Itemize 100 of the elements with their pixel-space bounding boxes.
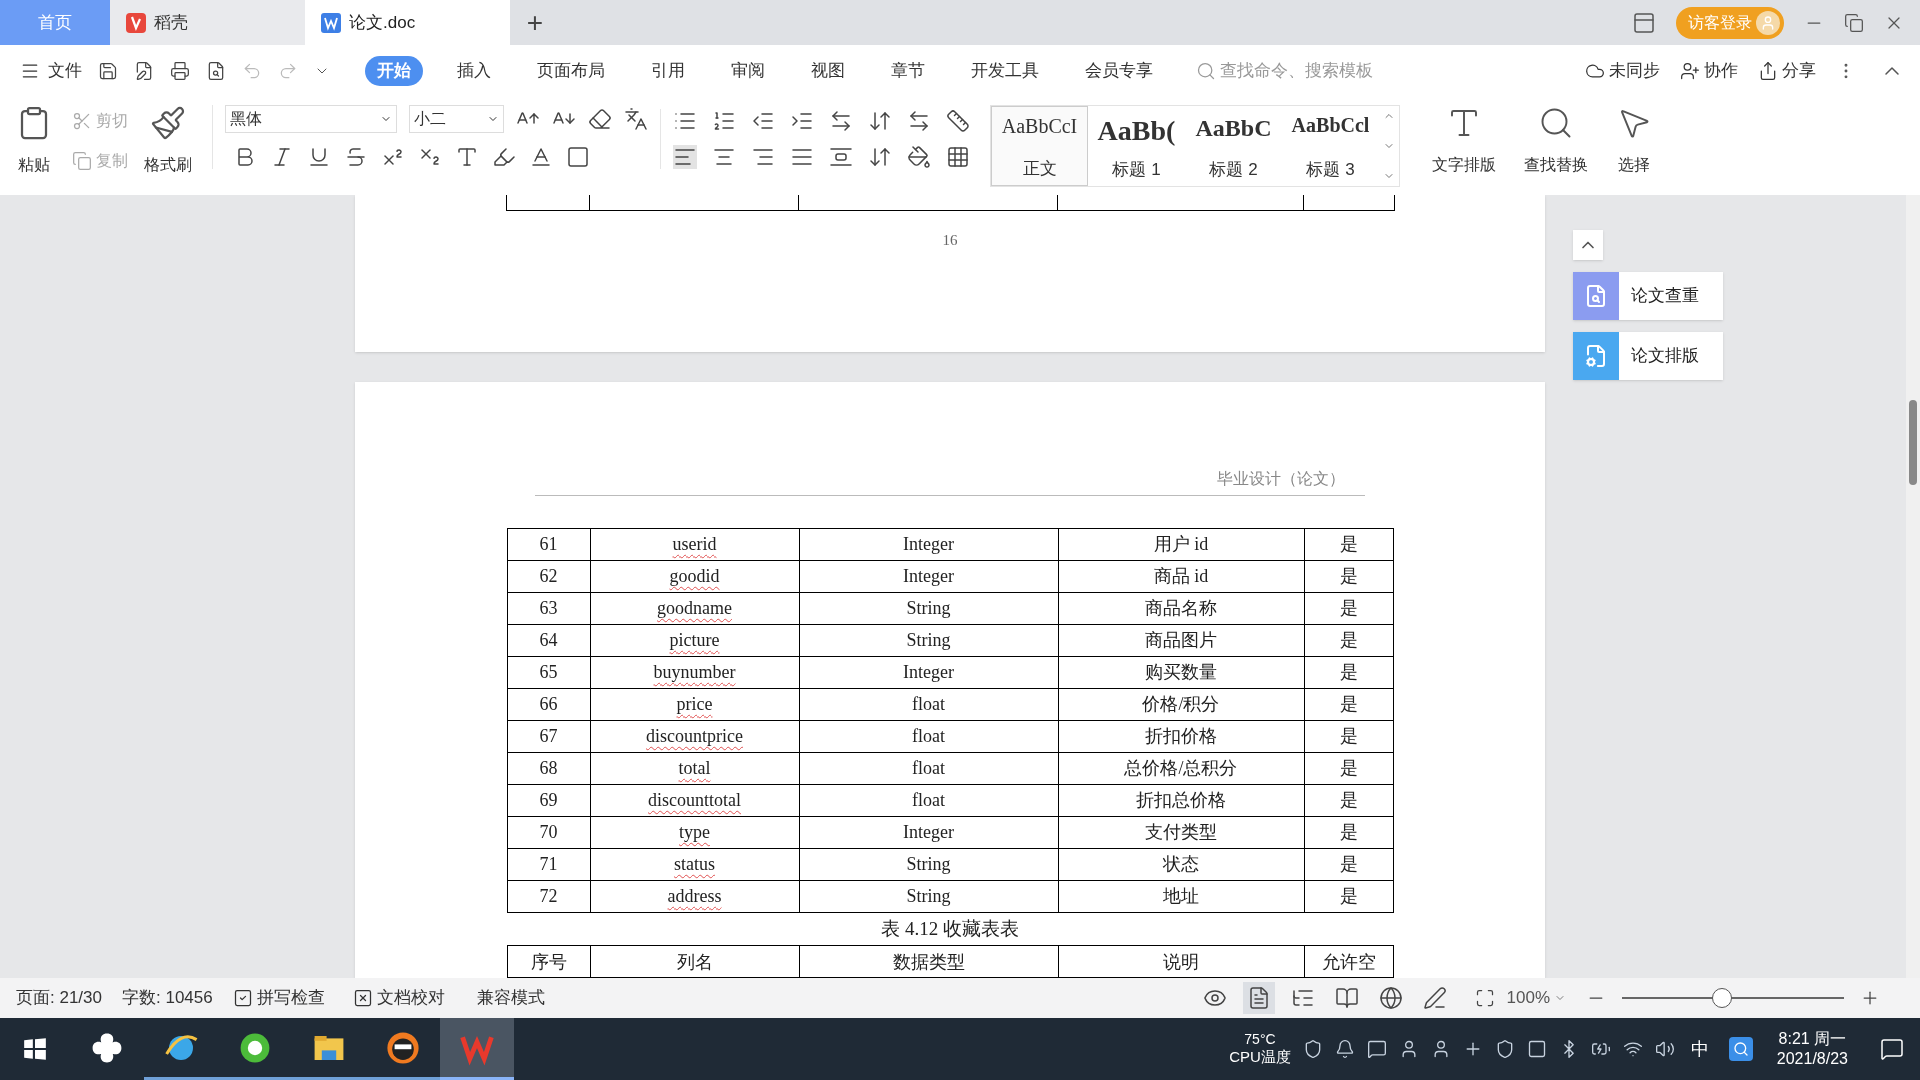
search-icon <box>1196 61 1216 81</box>
table-cell: type <box>679 823 710 841</box>
numbered-list-icon[interactable] <box>712 109 736 133</box>
document-tab[interactable]: 稻壳 <box>110 0 305 45</box>
table-cell: String <box>906 855 951 873</box>
ribbon-tab[interactable]: 视图 <box>799 56 857 86</box>
clear-format-icon[interactable] <box>588 107 612 131</box>
table-cell: 折扣价格 <box>1145 727 1217 745</box>
toolbar-action[interactable]: 协作 <box>1680 58 1738 84</box>
table-cell: 说明 <box>1163 952 1199 971</box>
table-cell: 允许空 <box>1321 952 1376 971</box>
table-cell: 是 <box>1339 535 1358 553</box>
phonetic-icon[interactable] <box>624 107 648 131</box>
font-size-field[interactable]: 小二 <box>409 105 504 133</box>
side-panel-button[interactable]: 论文查重 <box>1573 272 1723 320</box>
format-painter-icon[interactable] <box>150 105 186 141</box>
table-cell: 67 <box>539 727 558 745</box>
ribbon-tab[interactable]: 引用 <box>639 56 697 86</box>
paste-label[interactable]: 粘贴 <box>18 153 50 177</box>
table-cell: 65 <box>539 663 558 681</box>
start-icon[interactable] <box>22 1036 48 1062</box>
table-cell: float <box>912 695 945 713</box>
print-preview-icon[interactable] <box>206 61 226 81</box>
input-method[interactable]: 中 <box>1690 1035 1709 1063</box>
document-edit-icon[interactable] <box>134 61 154 81</box>
save-icon[interactable] <box>98 61 118 81</box>
table-cell: 是 <box>1339 855 1358 873</box>
document-icon <box>321 12 341 33</box>
spell-check-button[interactable]: 拼写检查 <box>232 985 325 1011</box>
page-view-icon[interactable] <box>1632 10 1656 35</box>
table-cell: goodid <box>669 567 720 585</box>
document-search-icon <box>1584 284 1608 308</box>
table-cell: 是 <box>1339 759 1358 777</box>
zoom-level[interactable]: 100% <box>1506 985 1550 1011</box>
ribbon-tab[interactable]: 章节 <box>879 56 937 86</box>
page-view-icon[interactable] <box>1242 982 1275 1014</box>
swap-icon[interactable] <box>907 109 931 133</box>
font-color-icon[interactable] <box>529 145 553 169</box>
toolbar-action[interactable]: 未同步 <box>1585 58 1660 84</box>
font-field[interactable]: 黑体 <box>225 105 397 133</box>
zoom-slider-thumb[interactable] <box>1711 988 1732 1008</box>
ribbon-tab[interactable]: 会员专享 <box>1073 56 1165 86</box>
table-cell: 购买数量 <box>1145 663 1217 681</box>
ribbon-tab[interactable]: 审阅 <box>719 56 777 86</box>
borders-icon[interactable] <box>946 145 970 169</box>
strikethrough-icon[interactable] <box>344 145 368 169</box>
collapse-button[interactable] <box>1573 230 1603 260</box>
table-cell: 商品名称 <box>1145 599 1217 617</box>
style-preset[interactable]: AaBb( 标题 1 <box>1088 106 1185 186</box>
shading-icon[interactable] <box>907 145 931 169</box>
scrollbar-thumb[interactable] <box>1909 400 1917 485</box>
ribbon-button[interactable]: 文字排版 <box>1432 105 1496 177</box>
format-painter-label[interactable]: 格式刷 <box>144 153 192 177</box>
table-cell: 支付类型 <box>1145 823 1217 841</box>
sort-icon[interactable] <box>868 109 892 133</box>
table-cell: float <box>912 759 945 777</box>
distribute-icon[interactable] <box>829 145 853 169</box>
toolbar-action[interactable]: 分享 <box>1758 58 1816 84</box>
ribbon-button[interactable]: 选择 <box>1616 105 1652 177</box>
page-count[interactable]: 页面: 21/30 <box>16 985 102 1011</box>
search-tray-icon[interactable] <box>1728 1037 1753 1061</box>
restore-icon[interactable] <box>1844 12 1864 33</box>
text-direction-icon[interactable] <box>829 109 853 133</box>
character-border-icon[interactable] <box>566 145 590 169</box>
ribbon-tab[interactable]: 插入 <box>445 56 503 86</box>
style-preset[interactable]: AaBbCcl 标题 3 <box>1282 106 1379 186</box>
ruler-icon[interactable] <box>946 109 970 133</box>
ribbon-button[interactable]: 查找替换 <box>1524 105 1588 177</box>
proofread-button[interactable]: 文档校对 <box>352 985 445 1011</box>
checkbox-icon <box>232 988 253 1008</box>
print-icon[interactable] <box>170 61 190 81</box>
table-cell: Integer <box>903 823 954 841</box>
file-menu[interactable]: 文件 <box>20 58 82 84</box>
highlight-icon[interactable] <box>492 145 516 169</box>
style-preset[interactable]: AaBbC 标题 2 <box>1185 106 1282 186</box>
table-cell: 是 <box>1339 887 1358 905</box>
style-preset[interactable]: AaBbCcI 正文 <box>991 106 1088 186</box>
table-cell: 序号 <box>530 952 567 971</box>
table-cell: 68 <box>539 759 558 777</box>
line-spacing-icon[interactable] <box>868 145 892 169</box>
ribbon-tab[interactable]: 页面布局 <box>525 56 617 86</box>
fit-page-icon[interactable] <box>1474 988 1495 1008</box>
table-cell: 商品 id <box>1153 567 1209 585</box>
side-panel-button[interactable]: 论文排版 <box>1573 332 1723 380</box>
document-settings-icon <box>1584 344 1608 368</box>
word-count[interactable]: 字数: 10456 <box>122 985 213 1011</box>
document-tab[interactable]: 论文.doc <box>305 0 510 45</box>
notification-icon[interactable] <box>1880 1037 1904 1061</box>
clock-time[interactable]: 8:21 周一 <box>1778 1029 1847 1049</box>
table-cell: address <box>667 887 722 905</box>
clock-date[interactable]: 2021/8/23 <box>1776 1049 1848 1069</box>
table-cell: goodname <box>657 599 732 617</box>
new-tab-button[interactable]: + <box>510 0 560 45</box>
text-effect-icon[interactable] <box>455 145 479 169</box>
add-user-icon <box>1680 61 1700 81</box>
table-cell: 总价格/总积分 <box>1124 759 1238 777</box>
table-cell: 数据类型 <box>892 952 965 971</box>
align-left-icon[interactable] <box>673 145 697 169</box>
ribbon-tab[interactable]: 开发工具 <box>959 56 1051 86</box>
underline-icon[interactable] <box>307 145 331 169</box>
